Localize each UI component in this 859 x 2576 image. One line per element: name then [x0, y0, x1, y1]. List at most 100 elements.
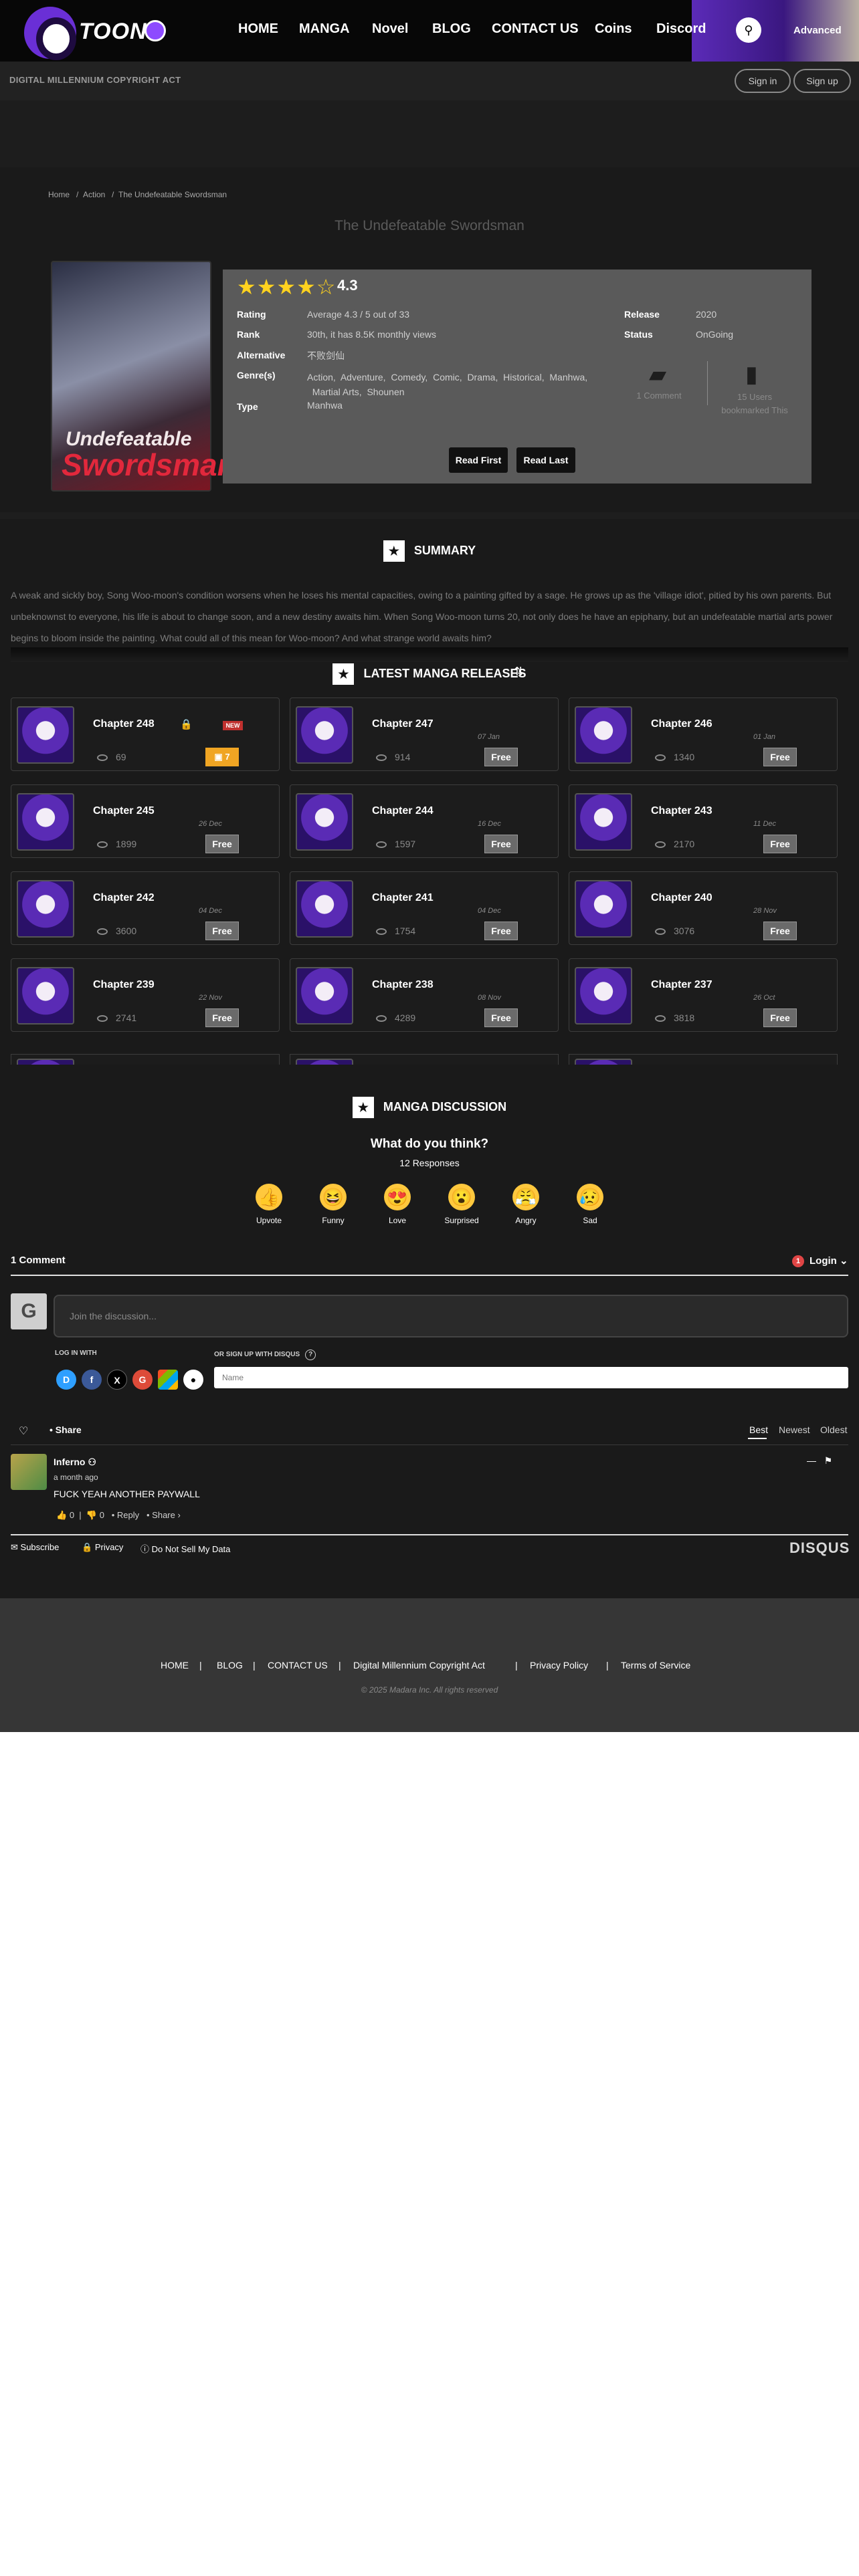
comments-icon[interactable]: ▰ — [649, 361, 666, 388]
reaction-love[interactable]: 😍 Love — [371, 1184, 424, 1225]
nav-coins[interactable]: Coins — [595, 21, 632, 37]
help-icon[interactable]: ? — [305, 1350, 316, 1360]
privacy-link[interactable]: 🔒 Privacy — [82, 1542, 123, 1553]
comment-share-link[interactable]: Share › — [152, 1510, 181, 1520]
site-logo-icon[interactable] — [24, 7, 76, 60]
chapter-card[interactable] — [11, 1054, 280, 1065]
nav-manga[interactable]: MANGA — [299, 21, 350, 37]
genre-link[interactable]: Comic — [433, 372, 460, 383]
disqus-login-icon[interactable]: D — [56, 1370, 76, 1390]
chapter-title[interactable]: Chapter 239 — [93, 979, 155, 991]
search-icon[interactable]: ⚲ — [736, 17, 761, 43]
chapter-thumbnail[interactable] — [17, 967, 74, 1025]
chapter-thumbnail[interactable] — [575, 880, 632, 938]
nav-home[interactable]: HOME — [238, 21, 278, 37]
chapter-thumbnail[interactable] — [575, 793, 632, 851]
genre-link[interactable]: Action — [307, 372, 333, 383]
site-logo-text[interactable]: TOON — [79, 19, 147, 45]
chapter-thumbnail[interactable] — [296, 967, 353, 1025]
reaction-surprised[interactable]: 😮 Surprised — [435, 1184, 488, 1225]
breadcrumb-home[interactable]: Home — [48, 190, 70, 199]
read-first-button[interactable]: Read First — [449, 447, 508, 473]
facebook-login-icon[interactable]: f — [82, 1370, 102, 1390]
chapter-card[interactable]: Chapter 243 11 Dec 2170 Free — [569, 784, 838, 858]
chapter-card[interactable] — [569, 1054, 838, 1065]
sort-best[interactable]: Best — [749, 1424, 768, 1435]
read-last-button[interactable]: Read Last — [516, 447, 575, 473]
genre-link[interactable]: Comedy — [391, 372, 425, 383]
chapter-title[interactable]: Chapter 238 — [372, 979, 434, 991]
chapter-card[interactable]: Chapter 240 28 Nov 3076 Free — [569, 871, 838, 945]
reaction-angry[interactable]: 😤 Angry — [499, 1184, 553, 1225]
dmca-link[interactable]: DIGITAL MILLENNIUM COPYRIGHT ACT — [9, 75, 181, 85]
flag-icon[interactable]: ⚑ — [824, 1455, 833, 1466]
genre-link[interactable]: Martial Arts — [312, 387, 359, 397]
chapter-title[interactable]: Chapter 240 — [651, 892, 712, 904]
chapter-card[interactable]: Chapter 241 04 Dec 1754 Free — [290, 871, 559, 945]
chapter-card[interactable]: Chapter 246 01 Jan 1340 Free — [569, 697, 838, 771]
chapter-card[interactable]: Chapter 238 08 Nov 4289 Free — [290, 958, 559, 1032]
chapter-title[interactable]: Chapter 244 — [372, 805, 434, 817]
genre-link[interactable]: Historical — [503, 372, 542, 383]
chapter-card[interactable]: Chapter 247 07 Jan 914 Free — [290, 697, 559, 771]
sort-oldest[interactable]: Oldest — [820, 1424, 847, 1435]
chapter-card[interactable]: Chapter 245 26 Dec 1899 Free — [11, 784, 280, 858]
chapter-thumbnail[interactable] — [296, 793, 353, 851]
genre-link[interactable]: Manhwa — [549, 372, 585, 383]
comments-count[interactable]: 1 Comment — [622, 391, 696, 401]
login-dropdown[interactable]: 1 Login ⌄ — [792, 1255, 848, 1268]
sign-in-button[interactable]: Sign in — [735, 69, 791, 93]
chapter-card[interactable]: Chapter 244 16 Dec 1597 Free — [290, 784, 559, 858]
comment-menu[interactable]: — ⚑ — [807, 1455, 832, 1467]
breadcrumb-action[interactable]: Action — [83, 190, 105, 199]
comment-time[interactable]: a month ago — [54, 1473, 98, 1482]
chapter-title[interactable]: Chapter 241 — [372, 892, 434, 904]
chapter-card[interactable]: Chapter 237 26 Oct 3818 Free — [569, 958, 838, 1032]
x-login-icon[interactable]: X — [107, 1370, 127, 1390]
heart-icon[interactable]: ♡ — [19, 1424, 28, 1438]
subscribe-link[interactable]: ✉ Subscribe — [11, 1542, 59, 1553]
reply-link[interactable]: Reply — [117, 1510, 139, 1520]
downvote-icon[interactable]: 👎 — [86, 1510, 97, 1520]
chapter-title[interactable]: Chapter 242 — [93, 892, 155, 904]
chapter-title[interactable]: Chapter 248 — [93, 718, 155, 730]
do-not-sell-link[interactable]: ⓘ Do Not Sell My Data — [140, 1542, 230, 1555]
footer-blog-link[interactable]: BLOG — [217, 1660, 243, 1671]
coin-price-badge[interactable]: ▣ 7 — [205, 748, 239, 766]
reaction-sad[interactable]: 😥 Sad — [563, 1184, 617, 1225]
chapter-title[interactable]: Chapter 245 — [93, 805, 155, 817]
genre-link[interactable]: Shounen — [367, 387, 404, 397]
bookmark-icon[interactable]: ▮ — [745, 361, 758, 388]
chapter-card[interactable]: Chapter 242 04 Dec 3600 Free — [11, 871, 280, 945]
chapter-thumbnail[interactable] — [17, 793, 74, 851]
reaction-upvote[interactable]: 👍 Upvote — [242, 1184, 296, 1225]
chapter-title[interactable]: Chapter 246 — [651, 718, 712, 730]
chapter-title[interactable]: Chapter 247 — [372, 718, 434, 730]
advanced-search-link[interactable]: Advanced — [793, 25, 842, 36]
reaction-funny[interactable]: 😆 Funny — [306, 1184, 360, 1225]
footer-home-link[interactable]: HOME — [161, 1660, 189, 1671]
chapter-thumbnail[interactable] — [17, 706, 74, 764]
rating-stars-icon[interactable]: ★★★★☆ — [237, 274, 336, 300]
nav-contact[interactable]: CONTACT US — [492, 21, 579, 37]
footer-dmca-link[interactable]: Digital Millennium Copyright Act — [353, 1660, 485, 1671]
chapter-card[interactable]: Chapter 239 22 Nov 2741 Free — [11, 958, 280, 1032]
apple-login-icon[interactable]: ● — [183, 1370, 203, 1390]
microsoft-login-icon[interactable] — [158, 1370, 178, 1390]
chapter-card[interactable]: Chapter 248 🔒 NEW 69 ▣ 7 — [11, 697, 280, 771]
nav-blog[interactable]: BLOG — [432, 21, 471, 37]
chapter-title[interactable]: Chapter 237 — [651, 979, 712, 991]
share-button[interactable]: • Share — [50, 1424, 82, 1435]
chapter-title[interactable]: Chapter 243 — [651, 805, 712, 817]
footer-terms-link[interactable]: Terms of Service — [621, 1660, 690, 1671]
chapter-thumbnail[interactable] — [296, 880, 353, 938]
disqus-logo[interactable]: DISQUS — [789, 1539, 850, 1557]
chapter-thumbnail[interactable] — [17, 880, 74, 938]
chapter-thumbnail[interactable] — [296, 706, 353, 764]
sort-order-icon[interactable]: ⇅ — [514, 665, 524, 679]
nav-discord[interactable]: Discord — [656, 21, 706, 37]
genre-link[interactable]: Adventure — [341, 372, 383, 383]
sign-up-button[interactable]: Sign up — [793, 69, 851, 93]
chapter-thumbnail[interactable] — [575, 706, 632, 764]
genre-link[interactable]: Drama — [467, 372, 495, 383]
